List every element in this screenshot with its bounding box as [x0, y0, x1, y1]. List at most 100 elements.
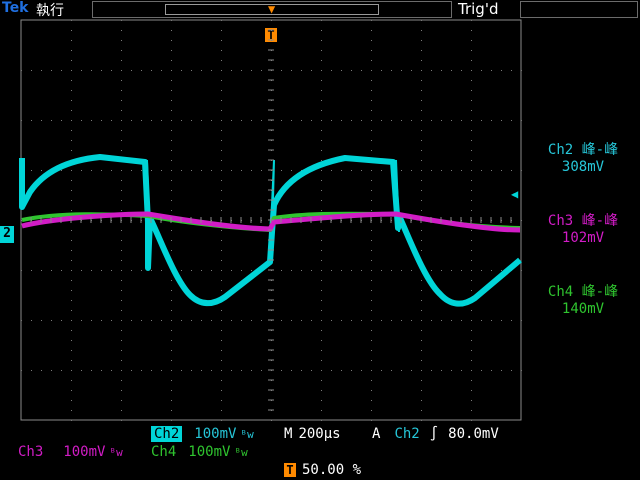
grid-dot	[461, 270, 462, 271]
grid-dot	[41, 270, 42, 271]
grid-dot	[401, 170, 402, 171]
grid-dot	[321, 290, 322, 291]
grid-dot	[171, 160, 172, 161]
trigger-readout[interactable]: A Ch2 ∫ 80.0mV	[372, 425, 499, 443]
grid-dot	[361, 370, 362, 371]
grid-dot	[61, 370, 62, 371]
grid-dot	[251, 70, 252, 71]
measurement-ch3[interactable]: Ch3 峰-峰 102mV	[527, 213, 639, 247]
grid-dot	[431, 120, 432, 121]
grid-dot	[221, 200, 222, 201]
grid-dot	[371, 180, 372, 181]
grid-dot	[371, 190, 372, 191]
horizontal-position-readout[interactable]: T 50.00 %	[284, 461, 361, 479]
grid-dot	[421, 280, 422, 281]
grid-dot	[291, 370, 292, 371]
grid-dot	[241, 270, 242, 271]
grid-dot	[491, 270, 492, 271]
grid-dot	[401, 270, 402, 271]
grid-dot	[171, 60, 172, 61]
grid-dot	[221, 230, 222, 231]
grid-dot	[161, 170, 162, 171]
grid-dot	[231, 320, 232, 321]
grid-dot	[71, 70, 72, 71]
grid-dot	[71, 270, 72, 271]
measurement-ch2[interactable]: Ch2 峰-峰 308mV	[527, 142, 639, 176]
grid-dot	[71, 350, 72, 351]
grid-dot	[501, 120, 502, 121]
grid-dot	[511, 320, 512, 321]
grid-dot	[241, 120, 242, 121]
grid-dot	[141, 270, 142, 271]
grid-dot	[321, 130, 322, 131]
grid-dot	[321, 390, 322, 391]
grid-dot	[371, 420, 372, 421]
grid-dot	[171, 200, 172, 201]
grid-dot	[171, 90, 172, 91]
grid-dot	[421, 390, 422, 391]
grid-dot	[321, 300, 322, 301]
grid-dot	[421, 50, 422, 51]
grid-dot	[421, 370, 422, 371]
grid-dot	[71, 410, 72, 411]
grid-dot	[141, 120, 142, 121]
grid-dot	[421, 150, 422, 151]
grid-dot	[111, 270, 112, 271]
grid-dot	[71, 200, 72, 201]
grid-dot	[421, 120, 422, 121]
grid-dot	[61, 70, 62, 71]
grid-dot	[61, 170, 62, 171]
grid-dot	[71, 60, 72, 61]
ch2-scale-readout[interactable]: Ch2 100mV ᴮw	[151, 425, 254, 444]
grid-dot	[61, 270, 62, 271]
grid-dot	[371, 360, 372, 361]
measurement-ch3-label: Ch3 峰-峰	[547, 213, 619, 229]
grid-dot	[351, 320, 352, 321]
measurement-ch3-value: 102mV	[561, 230, 605, 246]
grid-dot	[331, 270, 332, 271]
grid-dot	[211, 170, 212, 171]
grid-dot	[71, 380, 72, 381]
grid-dot	[441, 320, 442, 321]
grid-dot	[171, 150, 172, 151]
grid-dot	[321, 190, 322, 191]
measurement-ch4[interactable]: Ch4 峰-峰 140mV	[527, 284, 639, 318]
grid-dot	[211, 70, 212, 71]
grid-dot	[521, 370, 522, 371]
grid-dot	[321, 230, 322, 231]
grid-dot	[451, 320, 452, 321]
grid-dot	[371, 70, 372, 71]
grid-dot	[491, 170, 492, 171]
grid-dot	[181, 170, 182, 171]
grid-dot	[221, 110, 222, 111]
grid-dot	[471, 310, 472, 311]
grid-dot	[481, 270, 482, 271]
grid-dot	[371, 400, 372, 401]
timebase-readout[interactable]: M 200µs	[284, 425, 341, 443]
ch4-scale-readout[interactable]: Ch4 100mV ᴮw	[151, 443, 248, 462]
grid-dot	[471, 70, 472, 71]
grid-dot	[131, 170, 132, 171]
grid-dot	[91, 320, 92, 321]
grid-dot	[341, 70, 342, 71]
grid-dot	[301, 370, 302, 371]
grid-dot	[321, 210, 322, 211]
grid-dot	[181, 370, 182, 371]
grid-dot	[121, 400, 122, 401]
grid-dot	[151, 70, 152, 71]
grid-dot	[321, 370, 322, 371]
grid-dot	[141, 170, 142, 171]
grid-dot	[381, 270, 382, 271]
grid-dot	[71, 120, 72, 121]
grid-dot	[321, 30, 322, 31]
ch3-scale-readout[interactable]: Ch3 100mV ᴮw	[18, 443, 123, 462]
grid-dot	[471, 90, 472, 91]
grid-dot	[391, 320, 392, 321]
grid-dot	[71, 340, 72, 341]
grid-dot	[311, 270, 312, 271]
grid-dot	[501, 320, 502, 321]
grid-dot	[421, 420, 422, 421]
grid-dot	[221, 340, 222, 341]
grid-dot	[121, 240, 122, 241]
grid-dot	[221, 240, 222, 241]
